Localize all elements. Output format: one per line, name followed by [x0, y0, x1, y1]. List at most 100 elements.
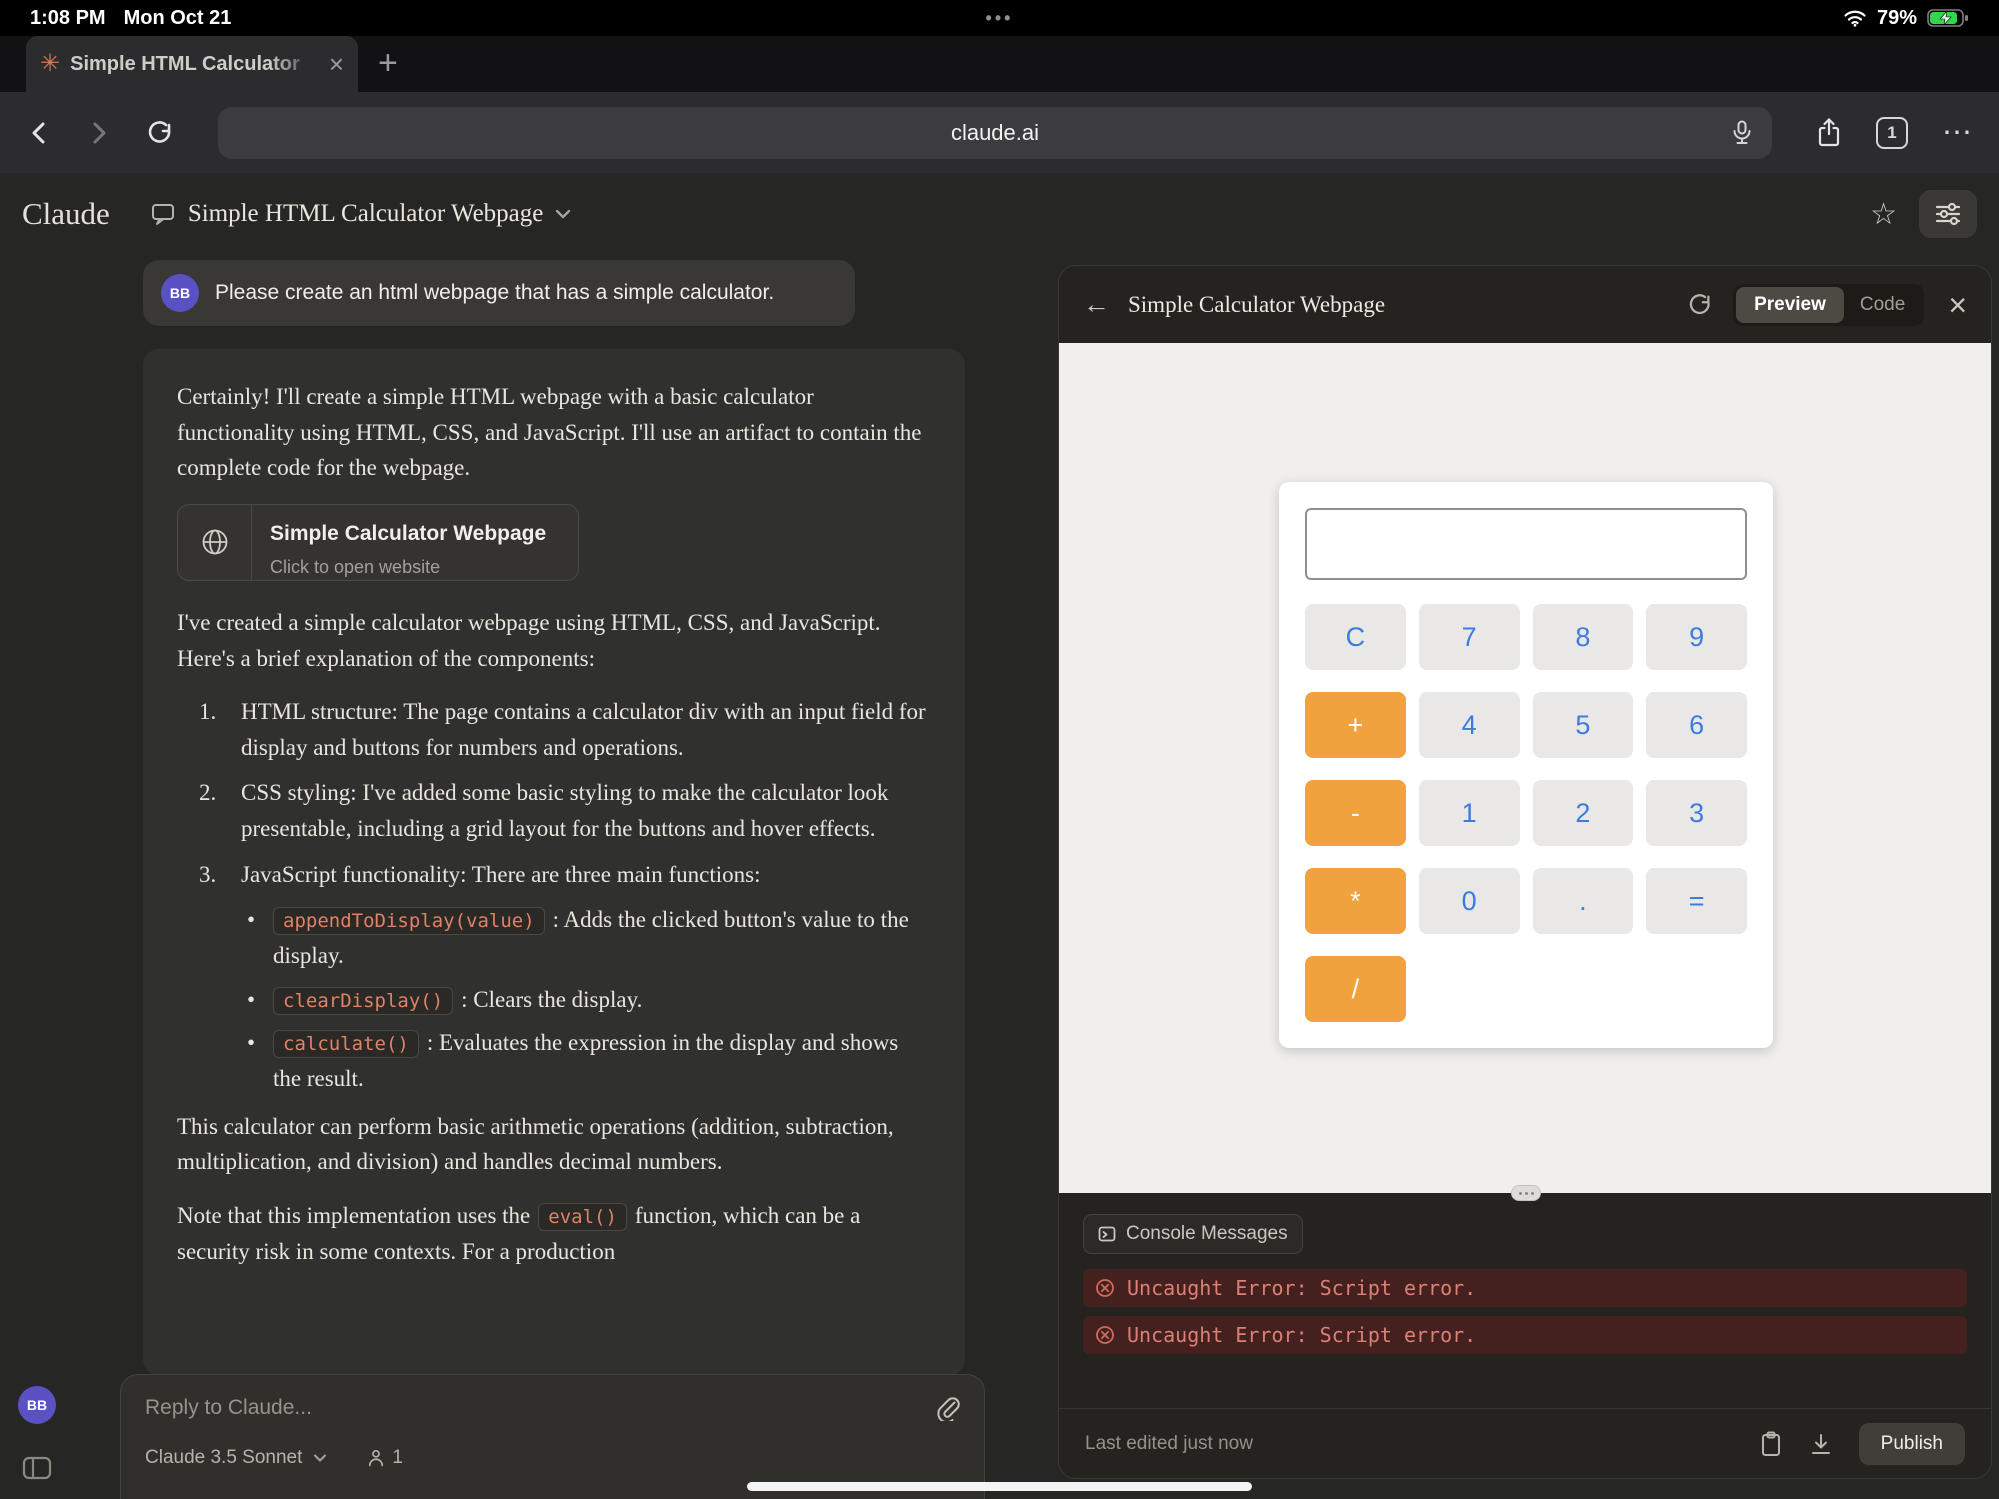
calc-button-6[interactable]: 6 [1646, 692, 1747, 758]
activity-indicator-icon[interactable]: ••• [986, 8, 1014, 29]
bullet-item: calculate(): Evaluates the expression in… [243, 1025, 931, 1096]
url-text: claude.ai [951, 120, 1039, 146]
calc-button-2[interactable]: 2 [1533, 780, 1634, 846]
download-icon[interactable] [1809, 1432, 1833, 1456]
reply-composer: Claude 3.5 Sonnet 1 [120, 1374, 985, 1499]
date: Mon Oct 21 [124, 7, 232, 30]
console-error-text: Uncaught Error: Script error. [1127, 1276, 1476, 1300]
inline-code: appendToDisplay(value) [273, 907, 545, 935]
list-item: 1. HTML structure: The page contains a c… [199, 694, 931, 765]
artifact-card-title: Simple Calculator Webpage [270, 518, 546, 551]
battery-icon [1927, 8, 1969, 28]
list-number: 1. [199, 694, 229, 765]
calculator: C 7 8 9 + 4 5 6 - 1 2 3 * 0 . = / [1279, 482, 1773, 1048]
calc-button-divide[interactable]: / [1305, 956, 1406, 1022]
clock: 1:08 PM [30, 7, 106, 30]
calc-button-3[interactable]: 3 [1646, 780, 1747, 846]
user-avatar[interactable]: BB [18, 1386, 56, 1424]
inline-code: calculate() [273, 1030, 419, 1058]
tab-close-icon[interactable]: × [329, 51, 344, 77]
list-text: CSS styling: I've added some basic styli… [241, 775, 931, 846]
code-tab[interactable]: Code [1844, 287, 1921, 323]
assistant-paragraph: Certainly! I'll create a simple HTML web… [177, 379, 931, 486]
user-message: BB Please create an html webpage that ha… [143, 260, 855, 326]
collaborator-count: 1 [392, 1447, 403, 1469]
claude-logo[interactable]: Claude [22, 196, 110, 232]
reload-icon[interactable] [146, 119, 174, 147]
back-icon[interactable] [26, 119, 52, 147]
conversation-title[interactable]: Simple HTML Calculator Webpage [188, 200, 544, 228]
calc-button-1[interactable]: 1 [1419, 780, 1520, 846]
artifact-back-icon[interactable]: ← [1083, 289, 1110, 320]
calc-button-8[interactable]: 8 [1533, 604, 1634, 670]
artifact-panel: ← Simple Calculator Webpage Preview Code… [1058, 265, 1992, 1479]
list-item: 3. JavaScript functionality: There are t… [199, 857, 931, 893]
list-text: JavaScript functionality: There are thre… [241, 857, 760, 893]
chevron-down-icon[interactable] [312, 1452, 328, 1464]
artifact-title: Simple Calculator Webpage [1128, 292, 1385, 318]
bullet-item: appendToDisplay(value): Adds the clicked… [243, 902, 931, 973]
star-icon[interactable]: ☆ [1870, 197, 1897, 232]
artifact-header: ← Simple Calculator Webpage Preview Code… [1059, 266, 1991, 343]
list-number: 3. [199, 857, 229, 893]
chat-icon [150, 201, 176, 227]
sidebar-toggle-icon[interactable] [22, 1456, 52, 1480]
calc-button-plus[interactable]: + [1305, 692, 1406, 758]
user-message-text: Please create an html webpage that has a… [215, 281, 774, 305]
artifact-card[interactable]: Simple Calculator Webpage Click to open … [177, 504, 579, 581]
new-tab-button[interactable]: + [378, 44, 398, 83]
console-panel-icon [1098, 1225, 1116, 1243]
tab-bar: ✳ Simple HTML Calculator × + [0, 36, 1999, 92]
reply-input[interactable] [145, 1396, 936, 1420]
bullet-item: clearDisplay() : Clears the display. [243, 982, 931, 1018]
close-icon[interactable]: × [1948, 289, 1967, 321]
calc-button-4[interactable]: 4 [1419, 692, 1520, 758]
refresh-icon[interactable] [1687, 292, 1713, 318]
browser-tab[interactable]: ✳ Simple HTML Calculator × [26, 36, 358, 92]
copy-clipboard-icon[interactable] [1759, 1431, 1783, 1457]
list-text: HTML structure: The page contains a calc… [241, 694, 931, 765]
calc-button-9[interactable]: 9 [1646, 604, 1747, 670]
chevron-down-icon[interactable] [553, 207, 573, 221]
calculator-display[interactable] [1305, 508, 1747, 580]
collaborators[interactable]: 1 [366, 1447, 403, 1469]
assistant-paragraph: Note that this implementation uses theev… [177, 1198, 931, 1269]
preview-code-toggle: Preview Code [1733, 284, 1924, 326]
browser-more-icon[interactable]: ⋯ [1942, 115, 1973, 150]
calculator-keypad: C 7 8 9 + 4 5 6 - 1 2 3 * 0 . = / [1305, 604, 1747, 1022]
preview-tab[interactable]: Preview [1736, 287, 1844, 323]
console-messages-button[interactable]: Console Messages [1083, 1214, 1303, 1254]
settings-sliders-icon[interactable] [1919, 190, 1977, 238]
model-selector[interactable]: Claude 3.5 Sonnet [145, 1447, 302, 1469]
calc-button-7[interactable]: 7 [1419, 604, 1520, 670]
numbered-list: 1. HTML structure: The page contains a c… [199, 694, 931, 892]
calc-button-5[interactable]: 5 [1533, 692, 1634, 758]
address-bar[interactable]: claude.ai [218, 107, 1772, 159]
artifact-footer: Last edited just now Publish [1059, 1408, 1991, 1478]
list-number: 2. [199, 775, 229, 846]
microphone-icon[interactable] [1730, 120, 1754, 146]
user-avatar[interactable]: BB [161, 274, 199, 312]
error-circle-x-icon [1095, 1278, 1115, 1298]
artifact-preview: C 7 8 9 + 4 5 6 - 1 2 3 * 0 . = / [1059, 343, 1991, 1193]
assistant-paragraph: I've created a simple calculator webpage… [177, 605, 931, 676]
calc-button-equals[interactable]: = [1646, 868, 1747, 934]
inline-code: clearDisplay() [273, 987, 453, 1015]
calc-button-clear[interactable]: C [1305, 604, 1406, 670]
publish-button[interactable]: Publish [1859, 1423, 1965, 1465]
attachment-paperclip-icon[interactable] [936, 1395, 960, 1421]
calc-button-minus[interactable]: - [1305, 780, 1406, 846]
error-circle-x-icon [1095, 1325, 1115, 1345]
calc-button-multiply[interactable]: * [1305, 868, 1406, 934]
share-icon[interactable] [1816, 118, 1842, 148]
calc-button-0[interactable]: 0 [1419, 868, 1520, 934]
bullet-text: : Clears the display. [461, 987, 642, 1012]
calc-button-decimal[interactable]: . [1533, 868, 1634, 934]
bullet-list: appendToDisplay(value): Adds the clicked… [243, 902, 931, 1096]
note-text: Note that this implementation uses the [177, 1203, 530, 1228]
tab-overview-icon[interactable]: 1 [1876, 117, 1908, 149]
home-indicator[interactable] [747, 1482, 1252, 1491]
forward-icon[interactable] [86, 119, 112, 147]
console-section: Console Messages Uncaught Error: Script … [1059, 1193, 1991, 1410]
console-error-row: Uncaught Error: Script error. [1083, 1316, 1967, 1354]
